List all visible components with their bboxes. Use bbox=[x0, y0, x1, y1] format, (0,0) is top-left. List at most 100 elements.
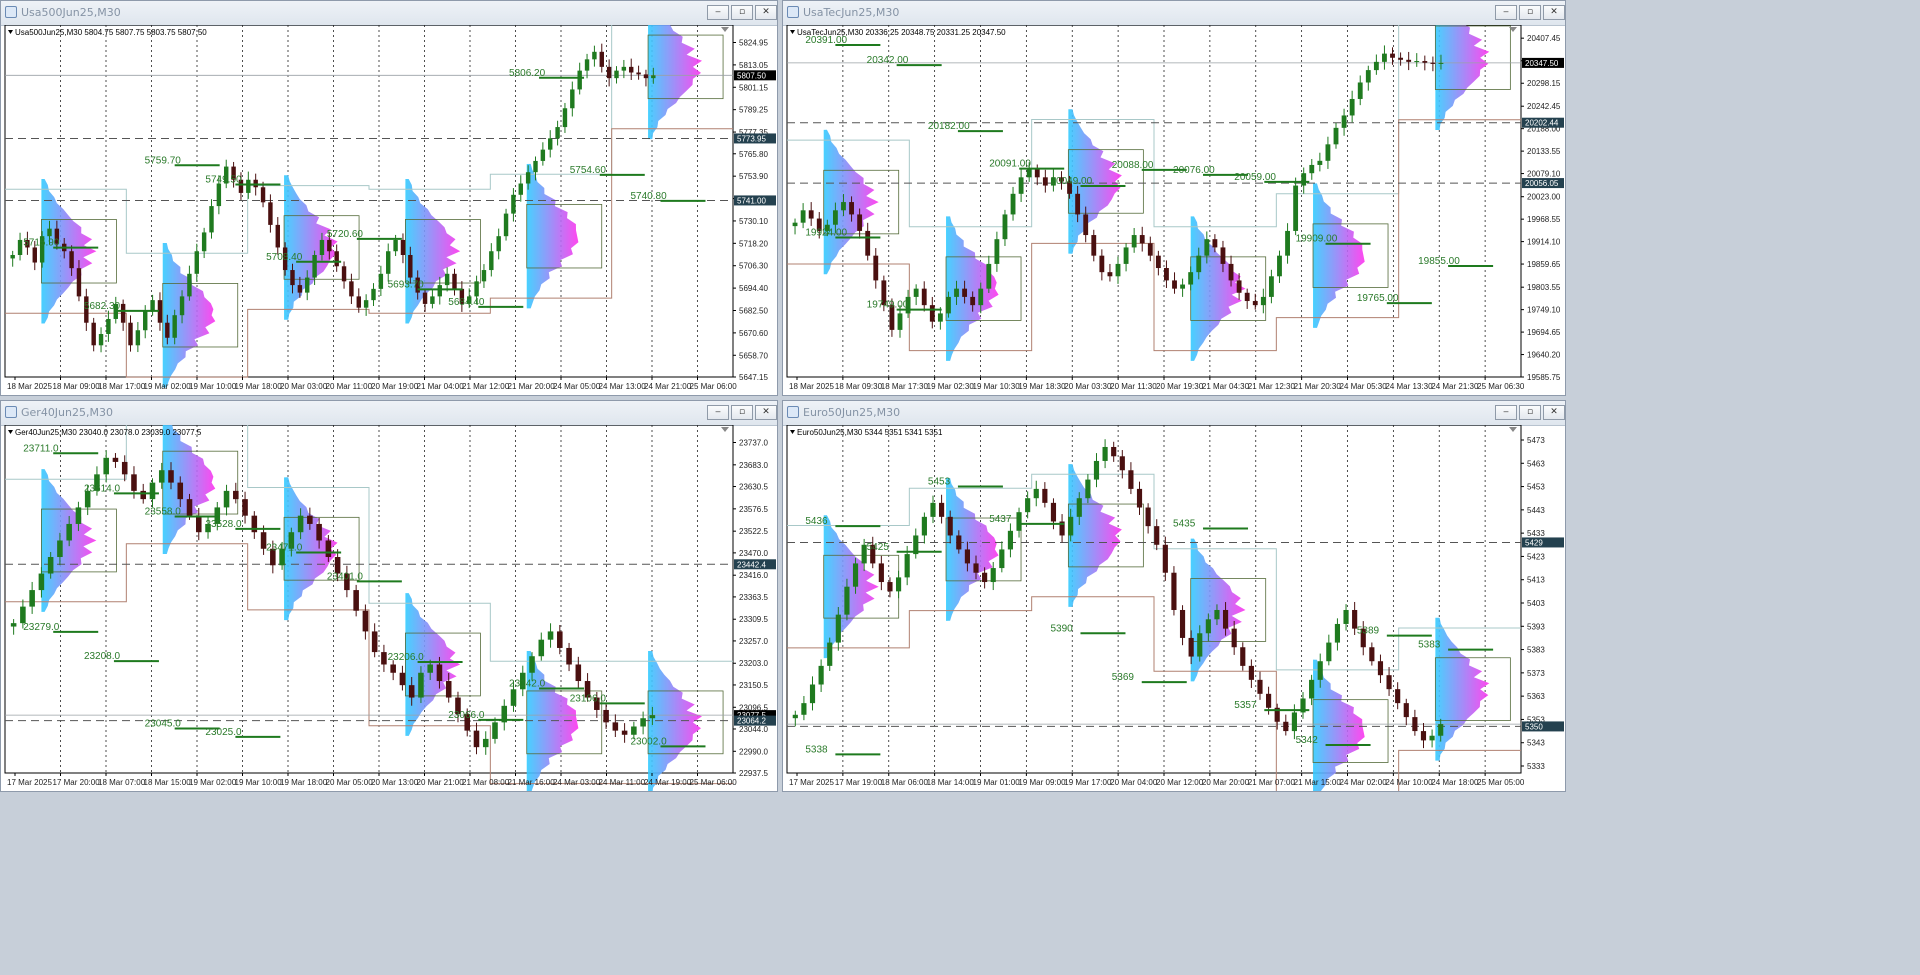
candle-body bbox=[76, 268, 82, 297]
price-tick-label: 19803.55 bbox=[1527, 283, 1561, 292]
price-tick-label: 23630.5 bbox=[739, 483, 768, 492]
candle-body bbox=[112, 457, 119, 462]
candle-body bbox=[128, 322, 133, 346]
restore-button[interactable]: ▫ bbox=[731, 5, 753, 20]
profile-level-label: 5390 bbox=[1050, 623, 1073, 634]
candle-body bbox=[1172, 280, 1177, 289]
restore-button[interactable]: ▫ bbox=[1519, 5, 1541, 20]
profile-level-label: 19749.00 bbox=[867, 300, 909, 311]
candle-body bbox=[1205, 619, 1211, 634]
candle-body bbox=[939, 502, 945, 517]
candle-body bbox=[1145, 507, 1151, 527]
close-button[interactable]: ✕ bbox=[755, 405, 777, 420]
price-chart-usatec[interactable]: 20391.0020342.0020182.0020091.0020049.00… bbox=[783, 25, 1565, 395]
close-button[interactable]: ✕ bbox=[1543, 405, 1565, 420]
price-chart-usa500[interactable]: 5715.90 5682.30 5759.70 5749.50 5708.40 5720.… bbox=[1, 25, 777, 395]
time-tick-label: 18 Mar 17:00 bbox=[98, 382, 146, 391]
candle-body bbox=[106, 318, 111, 335]
candle-body bbox=[621, 730, 628, 735]
candle-body bbox=[430, 296, 435, 304]
candle-body bbox=[1390, 53, 1395, 58]
candle-body bbox=[1301, 173, 1307, 186]
window-titlebar[interactable]: Euro50Jun25,M30 ‒ ▫ ✕ bbox=[783, 401, 1565, 426]
profile-level-label: 23614.0 bbox=[84, 483, 121, 494]
minimize-button[interactable]: ‒ bbox=[1495, 405, 1517, 420]
candle-body bbox=[800, 210, 806, 223]
chart-window-ger40[interactable]: Ger40Jun25,M30 ‒ ▫ ✕ 23711.0 23614.0 23558… bbox=[0, 400, 778, 792]
price-label-text: 23064.2 bbox=[737, 717, 766, 726]
candle-body bbox=[195, 515, 202, 533]
candle-body bbox=[548, 138, 553, 150]
time-tick-label: 20 Mar 11:00 bbox=[326, 382, 373, 391]
time-tick-label: 21 Mar 20:00 bbox=[508, 382, 556, 391]
candle-body bbox=[511, 194, 516, 214]
candle-body bbox=[1093, 460, 1100, 480]
candle-body bbox=[994, 239, 1000, 264]
candle-body bbox=[158, 470, 165, 483]
candle-body bbox=[307, 515, 313, 524]
window-title: Ger40Jun25,M30 bbox=[21, 406, 113, 419]
scroll-marker-icon bbox=[1509, 427, 1517, 432]
chart-window-euro50[interactable]: Euro50Jun25,M30 ‒ ▫ ✕ 5436 5425 5453 5437 53… bbox=[782, 400, 1566, 792]
minimize-button[interactable]: ‒ bbox=[707, 405, 729, 420]
candle-body bbox=[827, 642, 833, 666]
price-tick-label: 23576.5 bbox=[739, 505, 768, 514]
restore-button[interactable]: ▫ bbox=[1519, 405, 1541, 420]
chart-window-usatec[interactable]: UsaTecJun25,M30 ‒ ▫ ✕ 20391.00 20342.00 20… bbox=[782, 0, 1566, 396]
chart-window-usa500[interactable]: Usa500Jun25,M30 ‒ ▫ ✕ 5715.90 5682.30 5759… bbox=[0, 0, 778, 396]
candle-body bbox=[1128, 470, 1134, 489]
candle-body bbox=[1283, 721, 1289, 732]
volume-profile bbox=[823, 515, 879, 659]
ohlc-header: Ger40Jun25,M30 23040.0 23078.0 23039.0 2… bbox=[15, 428, 202, 437]
close-button[interactable]: ✕ bbox=[755, 5, 777, 20]
candle-body bbox=[194, 251, 199, 274]
collapse-arrow-icon bbox=[8, 430, 13, 434]
candle-body bbox=[1293, 185, 1299, 231]
price-tick-label: 23044.0 bbox=[739, 725, 768, 734]
window-titlebar[interactable]: Usa500Jun25,M30 ‒ ▫ ✕ bbox=[1, 1, 777, 26]
candle-body bbox=[1042, 488, 1048, 503]
price-tick-label: 5363 bbox=[1527, 692, 1545, 701]
candle-body bbox=[371, 631, 378, 653]
close-button[interactable]: ✕ bbox=[1543, 5, 1565, 20]
candle-body bbox=[290, 270, 295, 286]
profile-level-label: 19855.00 bbox=[1418, 256, 1460, 267]
candle-body bbox=[1369, 647, 1375, 662]
candle-body bbox=[1188, 637, 1194, 657]
candle-body bbox=[529, 656, 535, 673]
profile-level-label: 20076.00 bbox=[1173, 165, 1215, 176]
ohlc-header: Euro50Jun25,M30 5344 5351 5341 5351 bbox=[797, 428, 943, 437]
window-titlebar[interactable]: UsaTecJun25,M30 ‒ ▫ ✕ bbox=[783, 1, 1565, 26]
candle-body bbox=[1102, 446, 1108, 461]
candle-body bbox=[873, 255, 879, 281]
price-chart-ger40[interactable]: 23711.0 23614.0 23558.0 23528.0 23471.0 23401… bbox=[1, 425, 777, 791]
time-tick-label: 17 Mar 2025 bbox=[7, 778, 52, 787]
candle-body bbox=[1136, 488, 1143, 508]
time-tick-label: 19 Mar 09:00 bbox=[1018, 778, 1066, 787]
profile-level-label: 5389 bbox=[1357, 626, 1380, 637]
profile-level-label: 20182.00 bbox=[928, 121, 970, 132]
time-tick-label: 19 Mar 10:00 bbox=[235, 778, 283, 787]
candle-body bbox=[1406, 59, 1412, 62]
minimize-button[interactable]: ‒ bbox=[1495, 5, 1517, 20]
candle-body bbox=[1395, 689, 1401, 704]
minimize-button[interactable]: ‒ bbox=[707, 5, 729, 20]
candle-body bbox=[1033, 488, 1039, 499]
candle-body bbox=[592, 51, 597, 60]
time-tick-label: 18 Mar 2025 bbox=[789, 382, 834, 391]
profile-level-label: 5740.80 bbox=[630, 191, 667, 202]
candle-body bbox=[444, 273, 450, 286]
time-tick-label: 19 Mar 18:00 bbox=[280, 778, 328, 787]
candle-body bbox=[362, 610, 369, 632]
candle-body bbox=[1123, 247, 1129, 264]
time-tick-label: 19 Mar 18:30 bbox=[1018, 382, 1066, 391]
candle-body bbox=[233, 490, 239, 500]
candle-body bbox=[1154, 526, 1160, 545]
candle-body bbox=[930, 502, 936, 517]
window-titlebar[interactable]: Ger40Jun25,M30 ‒ ▫ ✕ bbox=[1, 401, 777, 426]
time-tick-label: 21 Mar 12:00 bbox=[462, 382, 510, 391]
price-chart-euro50[interactable]: 5436 5425 5453 5437 5390 5369 5435 5357 5342 5389… bbox=[783, 425, 1565, 791]
candle-body bbox=[57, 540, 63, 558]
restore-button[interactable]: ▫ bbox=[731, 405, 753, 420]
chart-window-icon bbox=[5, 406, 17, 418]
